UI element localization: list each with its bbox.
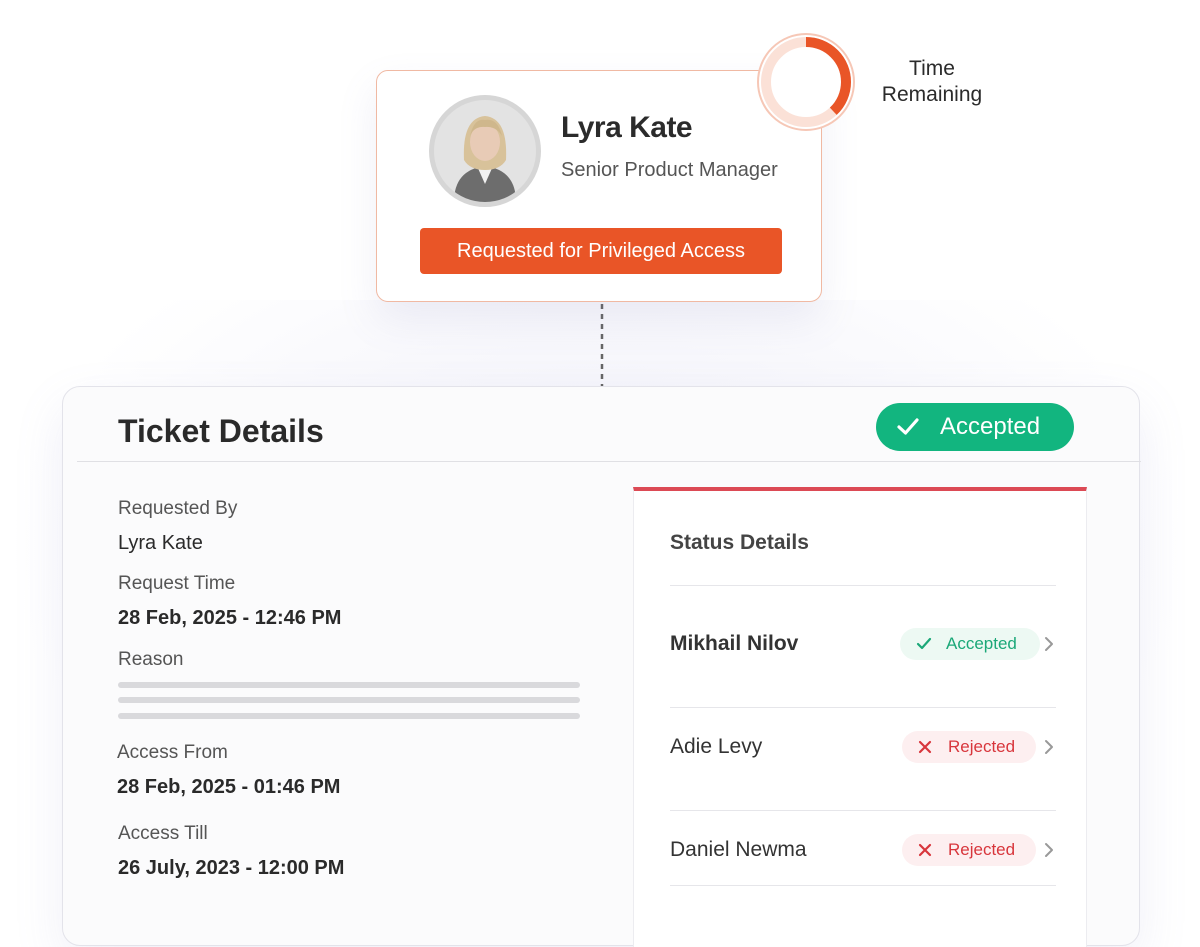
status-chip-text: Accepted	[946, 634, 1017, 653]
requested-by-label: Requested By	[118, 498, 238, 519]
status-divider	[670, 810, 1056, 811]
reason-text-placeholder	[118, 713, 580, 719]
time-remaining-line1: Time	[909, 57, 955, 80]
status-divider	[670, 585, 1056, 586]
ticket-divider	[77, 461, 1141, 462]
ticket-details-card: Ticket Details Accepted Requested By Lyr…	[62, 386, 1141, 947]
privileged-access-request-badge[interactable]: Requested for Privileged Access	[420, 228, 782, 274]
status-details-title: Status Details	[670, 531, 809, 554]
ticket-status-badge: Accepted	[876, 403, 1074, 451]
access-till-value: 26 July, 2023 - 12:00 PM	[118, 857, 345, 879]
time-remaining-label: Time Remaining	[862, 56, 1002, 108]
timer-ring-icon	[757, 33, 855, 131]
check-icon	[916, 637, 932, 650]
request-time-label: Request Time	[118, 573, 236, 594]
status-chip-rejected: Rejected	[902, 731, 1036, 763]
user-photo-icon	[434, 100, 536, 202]
time-remaining-line2: Remaining	[881, 83, 983, 106]
requested-by-value: Lyra Kate	[118, 532, 203, 554]
status-divider	[670, 885, 1056, 886]
chevron-right-icon[interactable]	[1044, 842, 1054, 858]
user-name: Lyra Kate	[561, 111, 693, 144]
approver-name: Daniel Newma	[670, 838, 807, 861]
status-chip-rejected: Rejected	[902, 834, 1036, 866]
status-row-mikhail-nilov[interactable]: Mikhail Nilov Accepted	[670, 614, 1056, 674]
status-divider	[670, 707, 1056, 708]
x-icon	[918, 740, 932, 754]
reason-text-placeholder	[118, 697, 580, 703]
chevron-right-icon[interactable]	[1044, 636, 1054, 652]
reason-text-placeholder	[118, 682, 580, 688]
x-icon	[918, 843, 932, 857]
time-remaining-ring	[756, 32, 856, 132]
status-chip-text: Rejected	[948, 840, 1016, 859]
status-row-adie-levy[interactable]: Adie Levy Rejected	[670, 717, 1056, 777]
access-from-value: 28 Feb, 2025 - 01:46 PM	[117, 776, 341, 798]
user-role: Senior Product Manager	[561, 159, 778, 181]
request-time-value: 28 Feb, 2025 - 12:46 PM	[118, 607, 342, 629]
approver-name: Mikhail Nilov	[670, 632, 799, 655]
avatar	[429, 95, 541, 207]
reason-label: Reason	[118, 649, 184, 670]
access-from-label: Access From	[117, 742, 228, 763]
status-chip-accepted: Accepted	[900, 628, 1040, 660]
ticket-status-text: Accepted	[940, 413, 1041, 440]
status-details-panel: Status Details Mikhail Nilov Accepted Ad…	[633, 487, 1087, 947]
status-chip-text: Rejected	[948, 737, 1016, 756]
chevron-right-icon[interactable]	[1044, 739, 1054, 755]
ticket-title: Ticket Details	[118, 413, 324, 449]
access-till-label: Access Till	[118, 823, 208, 844]
check-icon	[897, 418, 919, 435]
status-row-daniel-newma[interactable]: Daniel Newma Rejected	[670, 820, 1056, 880]
approver-name: Adie Levy	[670, 735, 763, 758]
